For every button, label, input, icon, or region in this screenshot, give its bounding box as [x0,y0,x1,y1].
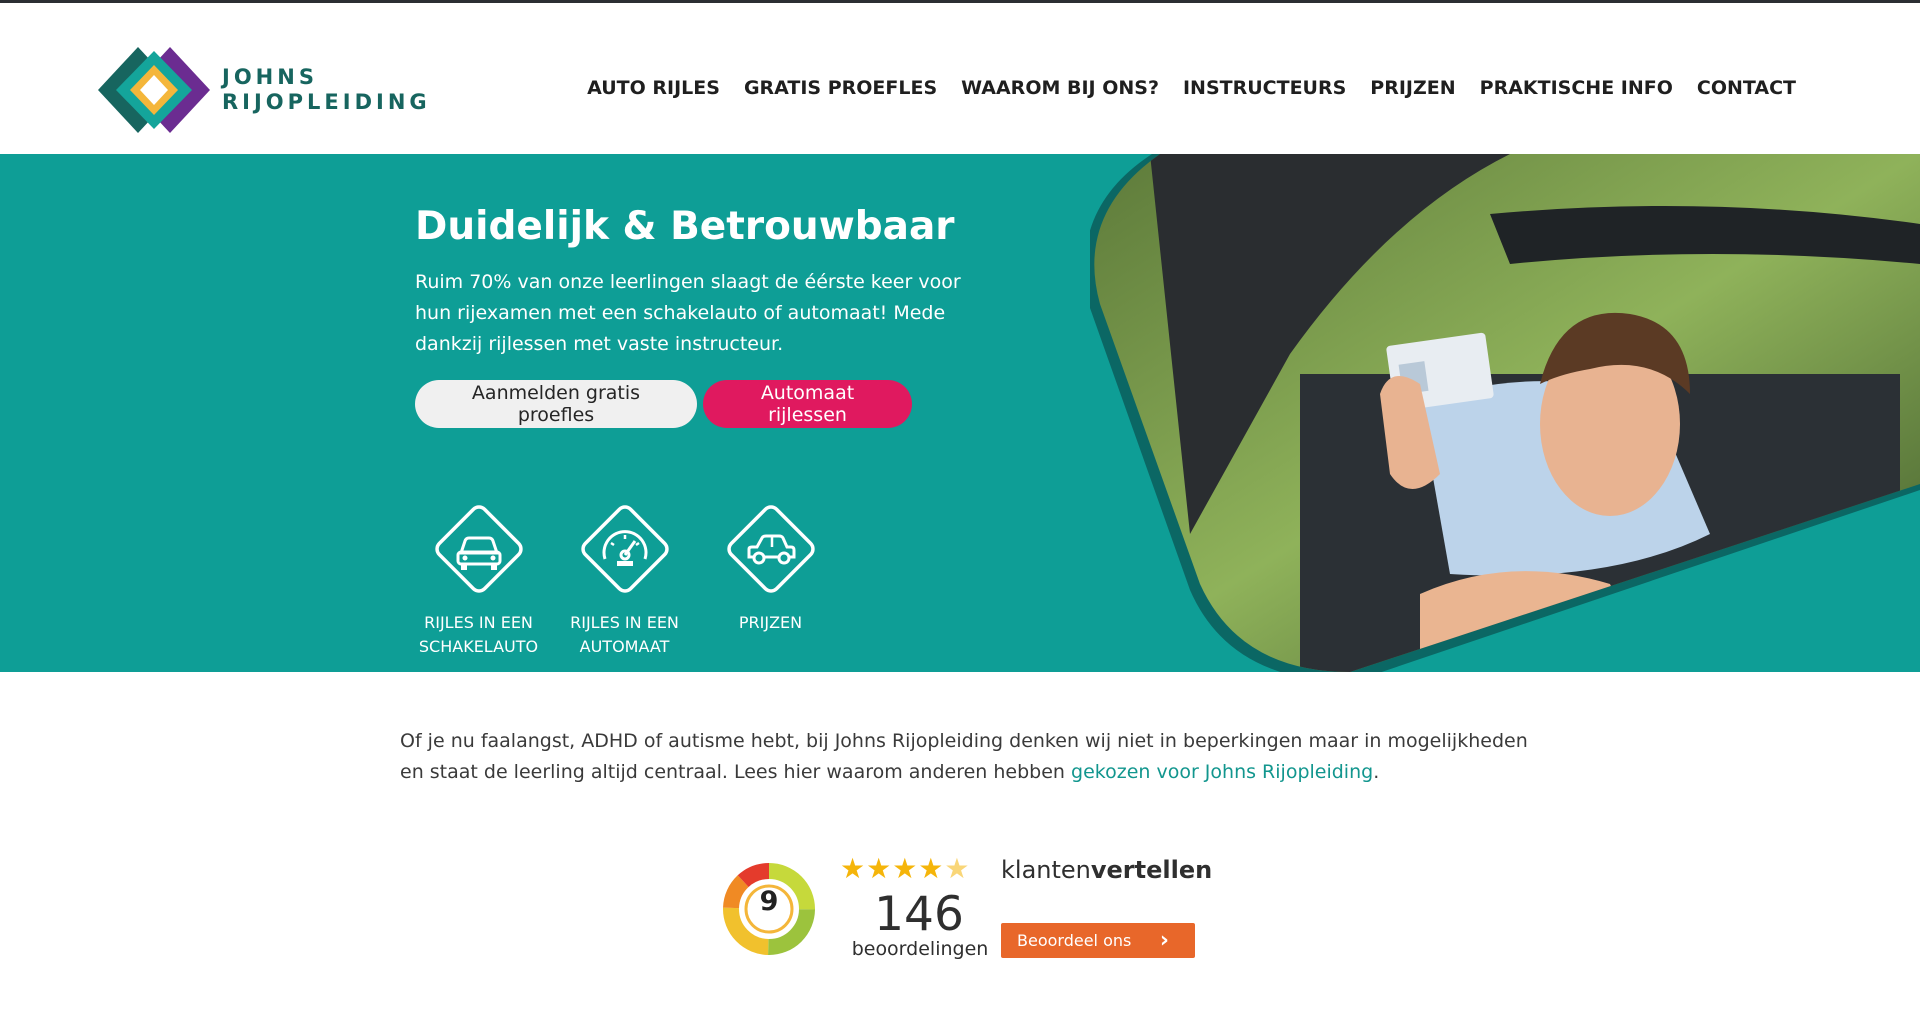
logo-text: JOHNS RIJOPLEIDING [222,65,431,115]
rating-stars-icon: ★★★★★ [840,852,971,885]
hero-title: Duidelijk & Betrouwbaar [415,204,955,249]
hero-buttons: Aanmelden gratis proefles Automaat rijle… [415,379,975,428]
feature-automatic-car[interactable]: RIJLES IN EEN AUTOMAAT [570,495,679,659]
feature-label: RIJLES IN EEN SCHAKELAUTO [419,611,538,659]
intro-paragraph: Of je nu faalangst, ADHD of autisme hebt… [400,726,1530,788]
speedometer-icon [580,505,669,593]
signup-free-lesson-button[interactable]: Aanmelden gratis proefles [415,379,697,428]
review-count: 146 [874,887,964,942]
rate-us-label: Beoordeel ons [1017,931,1132,950]
review-count-label: beoordelingen [851,938,989,960]
nav-item-prijzen[interactable]: PRIJZEN [1358,77,1467,99]
hero-photo [1090,154,1920,672]
car-side-icon [726,505,815,593]
feature-label-line: RIJLES IN EEN [424,613,533,632]
feature-prices[interactable]: PRIJZEN [717,495,824,659]
logo[interactable]: JOHNS RIJOPLEIDING [98,45,438,135]
hero-content: Duidelijk & Betrouwbaar Ruim 70% van onz… [415,204,975,428]
site-header: JOHNS RIJOPLEIDING AUTO RIJLES GRATIS PR… [0,3,1920,154]
nav-item-praktische-info[interactable]: PRAKTISCHE INFO [1468,77,1685,99]
chosen-link[interactable]: gekozen voor Johns Rijopleiding [1071,761,1373,783]
rating-stars: ★★★★ [840,852,945,885]
intro-text-end: . [1373,761,1380,783]
nav-item-contact[interactable]: CONTACT [1685,77,1808,99]
nav-item-waarom-bij-ons[interactable]: WAAROM BIJ ONS? [949,77,1171,99]
feature-label-line: RIJLES IN EEN [570,613,679,632]
feature-label-line: AUTOMAAT [579,637,670,656]
nav-item-auto-rijles[interactable]: AUTO RIJLES [575,77,732,99]
brand-light: klanten [1001,856,1091,884]
automatic-lessons-button[interactable]: Automaat rijlessen [703,379,912,428]
main-nav: AUTO RIJLES GRATIS PROEFLES WAAROM BIJ O… [575,77,1808,99]
review-score: 9 [759,886,779,917]
nav-item-instructeurs[interactable]: INSTRUCTEURS [1171,77,1358,99]
feature-manual-car[interactable]: RIJLES IN EEN SCHAKELAUTO [419,495,538,659]
reviews-widget: 9 ★★★★★ 146 beoordelingen klantenvertell… [720,850,1212,960]
brand-bold: vertellen [1090,856,1213,884]
feature-label-line: SCHAKELAUTO [418,637,539,656]
rate-us-button[interactable]: Beoordeel ons › [1001,923,1195,958]
hero-section: Duidelijk & Betrouwbaar Ruim 70% van onz… [0,154,1920,672]
feature-label: PRIJZEN [739,611,802,635]
logo-line2: RIJOPLEIDING [222,90,431,114]
car-front-icon [434,505,523,593]
hero-text: Ruim 70% van onze leerlingen slaagt de é… [415,270,961,355]
nav-item-gratis-proefles[interactable]: GRATIS PROEFLES [732,77,949,99]
feature-label-line: PRIJZEN [738,613,803,632]
chevron-right-icon: › [1159,928,1169,953]
logo-line1: JOHNS [222,65,318,89]
feature-label: RIJLES IN EEN AUTOMAAT [570,611,679,659]
review-brand[interactable]: klantenvertellen [1001,856,1212,884]
feature-links: RIJLES IN EEN SCHAKELAUTO RIJLES IN EEN … [419,495,824,659]
logo-diamond-icon [98,47,210,133]
